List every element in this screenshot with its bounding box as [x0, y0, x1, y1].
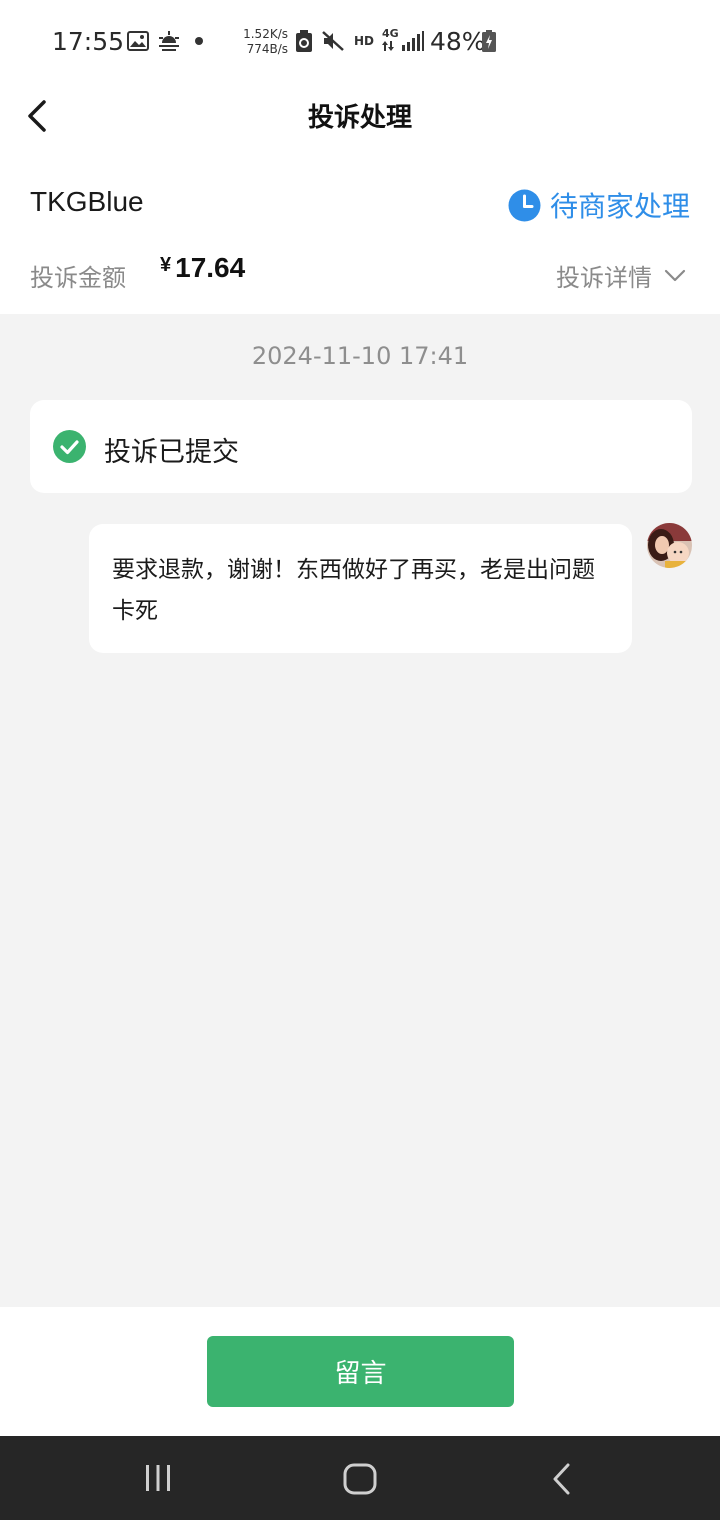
complaint-details-toggle[interactable]: 投诉详情	[556, 258, 686, 293]
clock-icon	[508, 189, 541, 221]
bottom-action-bar: 留言	[0, 1307, 720, 1436]
network-type: 4G	[382, 27, 399, 40]
hd-indicator: HD	[354, 34, 375, 48]
leave-message-button[interactable]: 留言	[207, 1336, 514, 1407]
amount-value: ¥17.64	[160, 252, 245, 284]
complaint-status: 待商家处理	[508, 185, 690, 225]
data-arrows-icon	[382, 41, 394, 51]
weather-icon	[159, 31, 179, 51]
network-speed: 1.52K/s 774B/s	[243, 27, 288, 56]
amount-number: 17.64	[175, 252, 246, 283]
amount-label: 投诉金额	[30, 264, 126, 292]
system-navigation-bar	[0, 1436, 720, 1520]
user-message-bubble: 要求退款，谢谢！东西做好了再买，老是出问题卡死	[89, 524, 632, 653]
battery-percent: 48%	[430, 27, 486, 56]
chevron-down-icon	[664, 269, 686, 281]
details-label: 投诉详情	[556, 264, 652, 292]
recents-icon[interactable]	[142, 1462, 174, 1494]
battery-icon	[482, 30, 496, 52]
status-time: 17:55	[52, 27, 125, 56]
image-icon	[127, 31, 149, 51]
status-label: 待商家处理	[549, 190, 690, 223]
user-avatar[interactable]	[647, 523, 692, 568]
recycle-icon	[296, 30, 312, 52]
currency-symbol: ¥	[160, 254, 172, 276]
status-bar: 17:55 1.52K/s 774B/s HD 4G 48%	[0, 0, 720, 82]
message-text: 要求退款，谢谢！东西做好了再买，老是出问题卡死	[112, 557, 595, 624]
nav-bar: 投诉处理	[0, 82, 720, 152]
signal-icon	[402, 31, 424, 51]
submitted-label: 投诉已提交	[104, 437, 239, 468]
home-icon[interactable]	[342, 1462, 378, 1496]
complaint-header: TKGBlue 待商家处理 投诉金额 ¥17.64 投诉详情	[0, 152, 720, 314]
page-title: 投诉处理	[307, 103, 412, 133]
check-circle-icon	[53, 430, 86, 463]
message-timestamp: 2024-11-10 17:41	[251, 342, 469, 370]
merchant-name: TKGBlue	[30, 186, 144, 217]
complaint-submitted-card: 投诉已提交	[30, 400, 692, 493]
mute-icon	[322, 31, 344, 51]
dot-icon	[195, 37, 203, 45]
back-icon[interactable]	[548, 1462, 576, 1496]
avatar-image	[647, 523, 692, 568]
